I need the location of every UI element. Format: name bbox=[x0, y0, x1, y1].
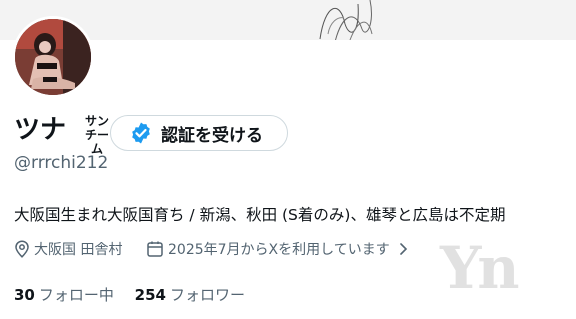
chevron-right-icon bbox=[399, 243, 407, 255]
joined-text: 2025年7月からXを利用しています bbox=[168, 242, 390, 258]
display-name-ruby: サン チーム bbox=[80, 114, 114, 156]
location-pin-icon bbox=[15, 240, 29, 258]
get-verified-label: 認証を受ける bbox=[161, 125, 263, 146]
followers-link[interactable]: 254 フォロワー bbox=[135, 286, 245, 304]
following-count: 30 bbox=[14, 286, 35, 304]
follow-stats: 30 フォロー中 254 フォロワー bbox=[14, 284, 245, 305]
profile-bio: 大阪国生まれ大阪国育ち / 新潟、秋田 (S着のみ)、雄琴と広島は不定期 bbox=[14, 206, 506, 224]
calendar-icon bbox=[147, 241, 163, 257]
user-handle: @rrrchi212 bbox=[14, 153, 109, 173]
following-link[interactable]: 30 フォロー中 bbox=[14, 286, 119, 304]
followers-label: フォロワー bbox=[169, 286, 245, 304]
followers-count: 254 bbox=[134, 286, 166, 304]
location-text: 大阪国 田舎村 bbox=[34, 242, 123, 258]
joined-item[interactable]: 2025年7月からXを利用しています bbox=[146, 239, 414, 259]
display-name-ruby-top: サン bbox=[84, 114, 109, 128]
avatar-photo bbox=[15, 19, 91, 95]
banner-sketch bbox=[319, 0, 373, 40]
verified-badge-icon bbox=[132, 122, 150, 144]
display-name: ツナ bbox=[14, 115, 67, 145]
display-name-ruby-bottom: チーム bbox=[84, 128, 109, 156]
location-item: 大阪国 田舎村 bbox=[14, 239, 122, 259]
watermark-logo: Yn bbox=[440, 234, 520, 302]
following-label: フォロー中 bbox=[38, 286, 114, 304]
avatar[interactable] bbox=[12, 16, 94, 98]
get-verified-button[interactable]: 認証を受ける bbox=[110, 115, 288, 151]
